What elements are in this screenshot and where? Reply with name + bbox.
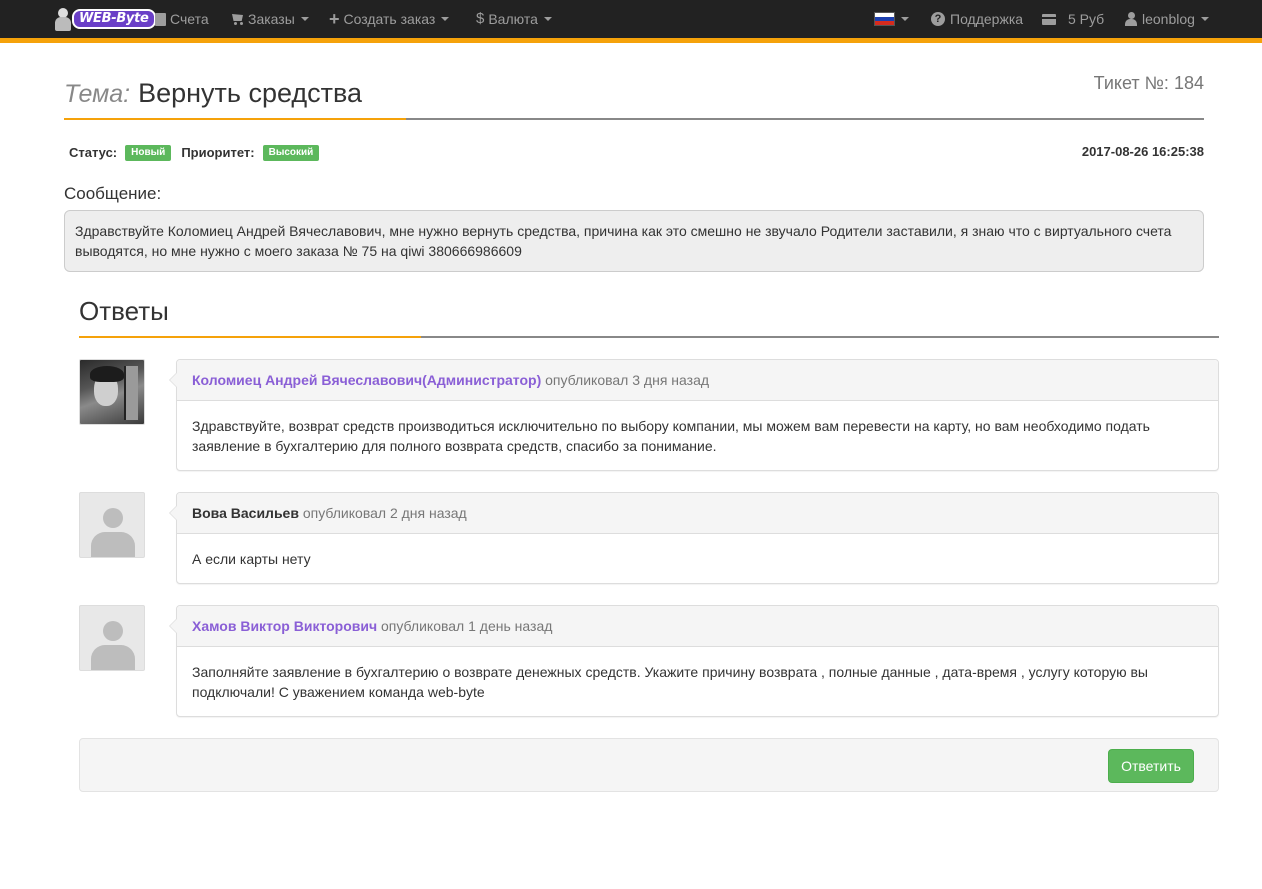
comment-panel: Коломиец Андрей Вячеславович(Администрат… [169, 359, 1219, 471]
comment-posted-time: опубликовал 3 дня назад [545, 372, 710, 388]
nav-accounts-label: Счета [170, 11, 209, 27]
priority-badge: Высокий [262, 144, 320, 161]
subject-text: Вернуть средства [138, 78, 363, 108]
ticket-number: Тикет №: 184 [1094, 73, 1204, 94]
username: leonblog [1142, 11, 1195, 27]
caret-down-icon [300, 17, 309, 21]
caret-down-icon [901, 17, 909, 21]
comment-header: Коломиец Андрей Вячеславович(Администрат… [177, 360, 1218, 401]
dollar-icon: $ [476, 10, 485, 27]
comment-panel: Хамов Виктор Викторович опубликовал 1 де… [169, 605, 1219, 717]
caret-down-icon [543, 17, 552, 21]
cart-icon [231, 13, 244, 25]
caret-down-icon [1200, 17, 1209, 21]
ticket-date: 2017-08-26 16:25:38 [1081, 144, 1204, 159]
credit-card-icon [1042, 13, 1056, 25]
comment-panel: Вова Васильев опубликовал 2 дня назад А … [169, 492, 1219, 584]
logo-person-icon [52, 6, 74, 32]
avatar [79, 605, 145, 671]
nav-support-label: Поддержка [950, 11, 1024, 27]
priority-label: Приоритет: [181, 145, 255, 160]
nav-currency-dropdown[interactable]: $ Валюта [476, 0, 552, 38]
comment-posted-time: опубликовал 1 день назад [381, 618, 553, 634]
ticket-number-label: Тикет №: [1093, 73, 1169, 93]
nav-orders-label: Заказы [248, 11, 295, 27]
brand-name: WEB-Byte [72, 9, 156, 29]
ticket-meta: Статус: Новый Приоритет: Высокий [69, 144, 329, 161]
comment-author-link[interactable]: Коломиец Андрей Вячеславович(Администрат… [192, 372, 541, 388]
user-icon [1125, 12, 1137, 26]
comment-body: Здравствуйте, возврат средств производит… [192, 418, 1150, 454]
message-label: Сообщение: [64, 184, 162, 203]
nav-support[interactable]: ? Поддержка [931, 0, 1023, 38]
nav-create-order-label: Создать заказ [343, 11, 436, 27]
ticket-number-value: 184 [1173, 73, 1204, 93]
nav-balance[interactable]: 5 Руб [1042, 0, 1104, 38]
status-badge: Новый [125, 144, 172, 161]
nav-currency-label: Валюта [488, 11, 538, 27]
balance-amount: 5 Руб [1068, 11, 1105, 27]
message-box: Здравствуйте Коломиец Андрей Вячеславови… [64, 210, 1204, 272]
brand-logo[interactable]: WEB-Byte [52, 5, 156, 33]
comment-body: А если карты нету [192, 551, 311, 567]
caret-down-icon [441, 17, 450, 21]
language-dropdown[interactable] [874, 0, 909, 38]
ticket-subject: Тема: Вернуть средства [64, 78, 362, 109]
comment-header: Вова Васильев опубликовал 2 дня назад [177, 493, 1218, 534]
avatar [79, 492, 145, 558]
avatar [79, 359, 145, 425]
reply-button[interactable]: Ответить [1108, 749, 1194, 783]
subject-divider [64, 118, 1204, 120]
comment-body: Заполняйте заявление в бухгалтерию о воз… [192, 664, 1148, 700]
comment-author-link[interactable]: Хамов Виктор Викторович [192, 618, 377, 634]
status-label: Статус: [69, 145, 118, 160]
reply-bar: Ответить [79, 738, 1219, 792]
top-navbar: WEB-Byte Счета Заказы + Создать заказ $ … [0, 0, 1262, 43]
nav-create-order-dropdown[interactable]: + Создать заказ [329, 0, 450, 38]
russia-flag-icon [874, 12, 895, 26]
answers-divider [79, 336, 1219, 338]
subject-label: Тема: [64, 80, 131, 108]
document-icon [155, 12, 166, 26]
comment-author: Вова Васильев [192, 505, 299, 521]
comment-header: Хамов Виктор Викторович опубликовал 1 де… [177, 606, 1218, 647]
nav-orders-dropdown[interactable]: Заказы [231, 0, 309, 38]
question-circle-icon: ? [931, 12, 945, 26]
comment-posted-time: опубликовал 2 дня назад [302, 505, 467, 521]
answers-title: Ответы [79, 296, 169, 326]
nav-accounts[interactable]: Счета [155, 0, 209, 38]
plus-icon: + [329, 9, 340, 29]
user-menu-dropdown[interactable]: leonblog [1125, 0, 1209, 38]
